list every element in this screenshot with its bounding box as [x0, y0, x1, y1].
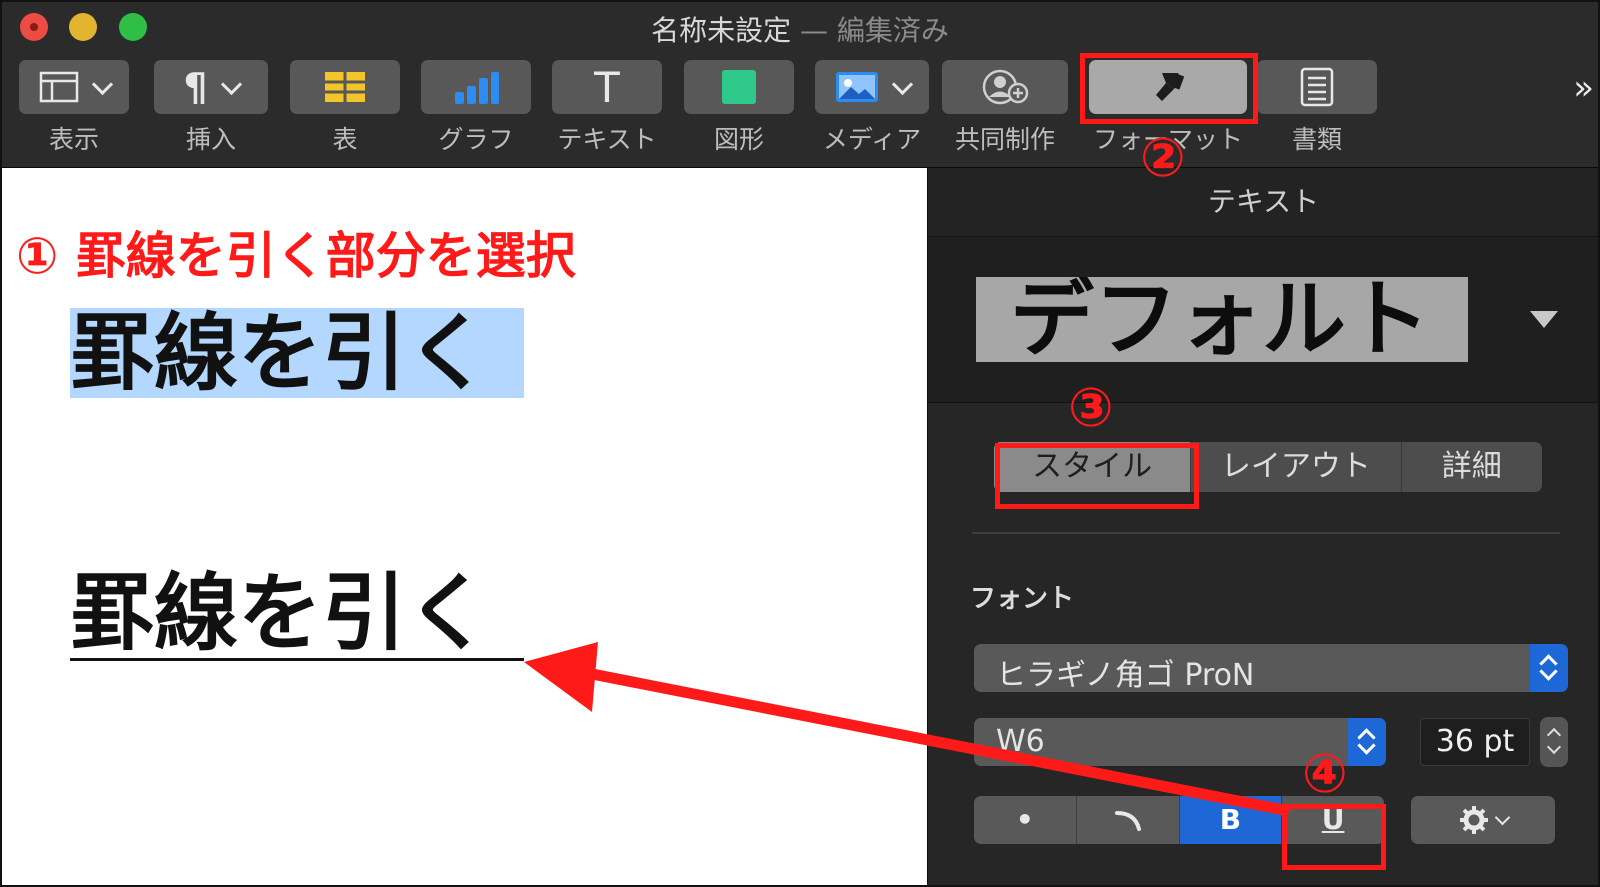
toolbar-label-collaborate: 共同制作: [954, 125, 1055, 154]
annotation-step4: ④: [1302, 742, 1348, 805]
paragraph-style-preview[interactable]: デフォルト: [976, 277, 1468, 362]
paragraph-style-area[interactable]: デフォルト: [928, 237, 1598, 403]
popup-arrows-icon: [1530, 644, 1568, 692]
format-sidebar: テキスト デフォルト スタイル レイアウト 詳細 フォント ヒラギノ角ゴ Pro…: [927, 168, 1598, 885]
selected-text[interactable]: 罫線を引く: [70, 308, 524, 398]
shape-icon: [722, 70, 756, 104]
toolbar-text-button[interactable]: T: [552, 60, 662, 114]
font-family-value: ヒラギノ角ゴ ProN: [996, 658, 1255, 693]
font-size-field[interactable]: 36 pt: [1420, 718, 1530, 766]
toolbar-collaborate-button[interactable]: [942, 60, 1068, 114]
annotation-box-underline: [1282, 804, 1386, 870]
text-icon: T: [594, 62, 620, 112]
chevron-down-icon: [91, 73, 113, 95]
annotation-box-format: [1080, 53, 1258, 124]
toolbar-insert-button[interactable]: ¶: [154, 60, 268, 114]
annotation-box-style-tab: [995, 443, 1199, 509]
document-canvas[interactable]: ① 罫線を引く部分を選択 罫線を引く 罫線を引く: [2, 168, 927, 885]
more-toolbar-icon[interactable]: »: [1573, 68, 1594, 108]
chevron-down-icon: [1494, 809, 1510, 825]
window-title: 名称未設定 — 編集済み: [2, 9, 1598, 49]
edited-status: 編集済み: [836, 14, 949, 47]
toolbar-label-table: 表: [332, 125, 358, 154]
underlined-text[interactable]: 罫線を引く: [70, 568, 524, 661]
toolbar-table-button[interactable]: [290, 60, 400, 114]
toolbar-label-document: 書類: [1291, 125, 1342, 154]
app-window: 名称未設定 — 編集済み 表示 ¶ 挿入 表 グラフ T テキスト 図形 メディ…: [0, 0, 1600, 887]
toolbar-label-view: 表示: [48, 125, 99, 154]
toolbar-chart-button[interactable]: [421, 60, 531, 114]
toolbar-label-insert: 挿入: [185, 125, 236, 154]
toolbar-area: 名称未設定 — 編集済み 表示 ¶ 挿入 表 グラフ T テキスト 図形 メディ…: [2, 2, 1598, 168]
paragraph-icon: ¶: [183, 65, 208, 109]
divider: [972, 532, 1560, 534]
popup-arrows-icon: [1348, 718, 1386, 766]
toolbar-label-shape: 図形: [713, 125, 764, 154]
font-size-stepper[interactable]: [1540, 717, 1568, 767]
table-icon: [325, 72, 365, 102]
toolbar-media-button[interactable]: [815, 60, 929, 114]
gear-icon: [1459, 806, 1488, 834]
media-icon: [835, 72, 878, 102]
title-separator: —: [791, 14, 837, 47]
italic-curve-icon: [1114, 811, 1141, 831]
chart-icon: [455, 72, 499, 104]
toolbar-label-media: メディア: [822, 125, 922, 154]
dropdown-arrow-icon[interactable]: [1530, 311, 1558, 328]
text-options-button[interactable]: [1411, 796, 1555, 844]
annotation-step1-text: ① 罫線を引く部分を選択: [16, 227, 576, 285]
toolbar-view-button[interactable]: [19, 60, 129, 114]
toolbar-label-chart: グラフ: [438, 125, 514, 154]
tab-more[interactable]: 詳細: [1402, 442, 1542, 492]
sidebar-tab-text[interactable]: テキスト: [928, 180, 1598, 220]
chevron-down-icon: [220, 73, 242, 95]
toolbar-shape-button[interactable]: [684, 60, 794, 114]
collaborate-icon: [982, 69, 1029, 105]
annotation-step2: ②: [1140, 126, 1186, 189]
font-family-popup[interactable]: ヒラギノ角ゴ ProN: [974, 644, 1568, 693]
tab-layout[interactable]: レイアウト: [1191, 442, 1402, 492]
chevron-down-icon: [891, 73, 913, 95]
toolbar-label-text: テキスト: [557, 125, 657, 154]
document-icon: [1300, 67, 1334, 107]
document-name: 名称未設定: [651, 14, 792, 47]
font-section-title: フォント: [970, 584, 1075, 614]
italic-button[interactable]: [1077, 796, 1180, 844]
bold-dot-button[interactable]: •: [974, 796, 1077, 844]
view-icon: [39, 71, 78, 103]
font-weight-value: W6: [996, 724, 1045, 759]
annotation-step3: ③: [1068, 376, 1114, 439]
bold-button[interactable]: B: [1179, 796, 1283, 844]
sidebar-header: テキスト: [928, 168, 1598, 237]
toolbar-document-button[interactable]: [1257, 60, 1377, 114]
